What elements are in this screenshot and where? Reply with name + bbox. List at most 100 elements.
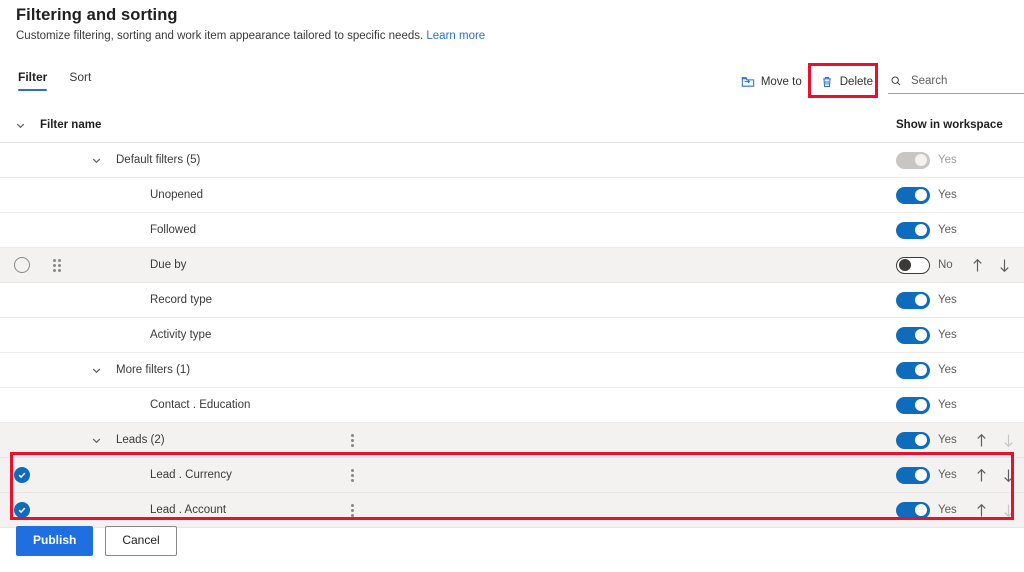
- group-expand-toggle[interactable]: [76, 435, 116, 446]
- show-in-workspace-toggle[interactable]: [896, 501, 930, 519]
- table-row[interactable]: Followed Yes: [0, 213, 1024, 248]
- group-expand-toggle[interactable]: [76, 155, 116, 166]
- command-bar: Move to Delete: [732, 70, 1024, 94]
- show-in-workspace-cell: Yes: [896, 361, 957, 379]
- learn-more-link[interactable]: Learn more: [426, 30, 485, 42]
- tab-filter[interactable]: Filter: [18, 70, 48, 91]
- show-in-workspace-cell: No: [896, 256, 1011, 274]
- show-in-workspace-cell: Yes: [896, 326, 957, 344]
- more-vertical-icon: [350, 433, 354, 447]
- table-header-row: Filter name Show in workspace: [0, 108, 1024, 143]
- table-row[interactable]: Default filters (5) Yes: [0, 143, 1024, 178]
- publish-button[interactable]: Publish: [16, 526, 94, 556]
- show-in-workspace-cell: Yes: [896, 186, 957, 204]
- show-in-workspace-cell: Yes: [896, 396, 957, 414]
- trash-icon: [822, 77, 831, 87]
- drag-handle-icon[interactable]: [53, 258, 61, 272]
- arrow-up-icon[interactable]: [971, 258, 984, 273]
- drag-cell: [44, 258, 70, 272]
- row-name: Leads (2): [116, 434, 165, 446]
- header-collapse-toggle[interactable]: [0, 120, 40, 131]
- chevron-down-icon: [92, 368, 100, 373]
- show-in-workspace-toggle[interactable]: [896, 466, 930, 484]
- row-name: Record type: [150, 294, 213, 306]
- reorder-arrows: [971, 258, 1011, 273]
- table-row[interactable]: Lead . Account Yes: [0, 493, 1024, 528]
- arrow-down-icon[interactable]: [1002, 468, 1015, 483]
- cancel-button[interactable]: Cancel: [105, 526, 177, 556]
- table-row[interactable]: Leads (2) Yes: [0, 423, 1024, 458]
- row-more-menu[interactable]: [345, 503, 359, 517]
- chevron-down-icon: [92, 158, 100, 163]
- toggle-state-label: Yes: [938, 154, 957, 166]
- move-to-label: Move to: [760, 76, 802, 88]
- arrow-down-icon[interactable]: [998, 258, 1011, 273]
- row-checkbox[interactable]: [14, 257, 30, 273]
- filters-table: Filter name Show in workspace Default fi…: [0, 108, 1024, 528]
- show-in-workspace-toggle[interactable]: [896, 151, 930, 169]
- show-in-workspace-cell: Yes: [896, 431, 1015, 449]
- row-name: Lead . Currency: [150, 469, 232, 481]
- arrow-down-icon[interactable]: [1002, 503, 1015, 518]
- reorder-arrows: [975, 468, 1015, 483]
- row-name: Unopened: [150, 189, 204, 201]
- page-subtitle: Customize filtering, sorting and work it…: [16, 30, 485, 42]
- toggle-state-label: Yes: [938, 399, 957, 411]
- row-name: Followed: [150, 224, 197, 236]
- show-in-workspace-cell: Yes: [896, 501, 1015, 519]
- row-more-menu[interactable]: [345, 433, 359, 447]
- show-in-workspace-toggle[interactable]: [896, 396, 930, 414]
- row-name: Default filters (5): [116, 154, 201, 166]
- toggle-state-label: Yes: [938, 434, 957, 446]
- table-row[interactable]: More filters (1) Yes: [0, 353, 1024, 388]
- move-to-button[interactable]: Move to: [732, 71, 811, 93]
- arrow-up-icon[interactable]: [975, 433, 988, 448]
- table-row[interactable]: Contact . Education Yes: [0, 388, 1024, 423]
- show-in-workspace-toggle[interactable]: [896, 361, 930, 379]
- row-more-menu[interactable]: [345, 468, 359, 482]
- arrow-up-icon[interactable]: [975, 503, 988, 518]
- table-row[interactable]: Due by No: [0, 248, 1024, 283]
- row-name: More filters (1): [116, 364, 191, 376]
- show-in-workspace-toggle[interactable]: [896, 256, 930, 274]
- toggle-state-label: No: [938, 259, 953, 271]
- toggle-state-label: Yes: [938, 364, 957, 376]
- footer-actions: Publish Cancel: [16, 526, 177, 556]
- more-vertical-icon: [350, 503, 354, 517]
- show-in-workspace-toggle[interactable]: [896, 431, 930, 449]
- checkbox-cell: [0, 467, 44, 483]
- search-input[interactable]: [908, 74, 1024, 88]
- show-in-workspace-toggle[interactable]: [896, 291, 930, 309]
- group-expand-toggle[interactable]: [76, 365, 116, 376]
- table-row[interactable]: Activity type Yes: [0, 318, 1024, 353]
- tab-sort[interactable]: Sort: [69, 70, 91, 91]
- page-title: Filtering and sorting: [16, 6, 178, 24]
- row-name: Activity type: [150, 329, 212, 341]
- toggle-state-label: Yes: [938, 469, 957, 481]
- row-checkbox[interactable]: [14, 502, 30, 518]
- table-body: Default filters (5) Yes Unopened Yes Followe…: [0, 143, 1024, 528]
- column-header-filter-name: Filter name: [40, 119, 102, 131]
- chevron-down-icon: [16, 123, 24, 128]
- show-in-workspace-toggle[interactable]: [896, 221, 930, 239]
- arrow-up-icon[interactable]: [975, 468, 988, 483]
- row-checkbox[interactable]: [14, 467, 30, 483]
- table-row[interactable]: Record type Yes: [0, 283, 1024, 318]
- show-in-workspace-toggle[interactable]: [896, 326, 930, 344]
- tab-bar: Filter Sort: [18, 70, 91, 91]
- more-vertical-icon: [350, 468, 354, 482]
- table-row[interactable]: Lead . Currency Yes: [0, 458, 1024, 493]
- show-in-workspace-toggle[interactable]: [896, 186, 930, 204]
- toggle-state-label: Yes: [938, 224, 957, 236]
- row-name: Lead . Account: [150, 504, 227, 516]
- filtering-and-sorting-page: Filtering and sorting Customize filterin…: [0, 0, 1024, 572]
- search-box[interactable]: [888, 70, 1024, 94]
- table-row[interactable]: Unopened Yes: [0, 178, 1024, 213]
- show-in-workspace-cell: Yes: [896, 221, 957, 239]
- row-name: Contact . Education: [150, 399, 251, 411]
- arrow-down-icon[interactable]: [1002, 433, 1015, 448]
- delete-button[interactable]: Delete: [811, 71, 882, 93]
- check-icon: [18, 472, 26, 479]
- checkbox-cell: [0, 257, 44, 273]
- delete-label: Delete: [839, 76, 873, 88]
